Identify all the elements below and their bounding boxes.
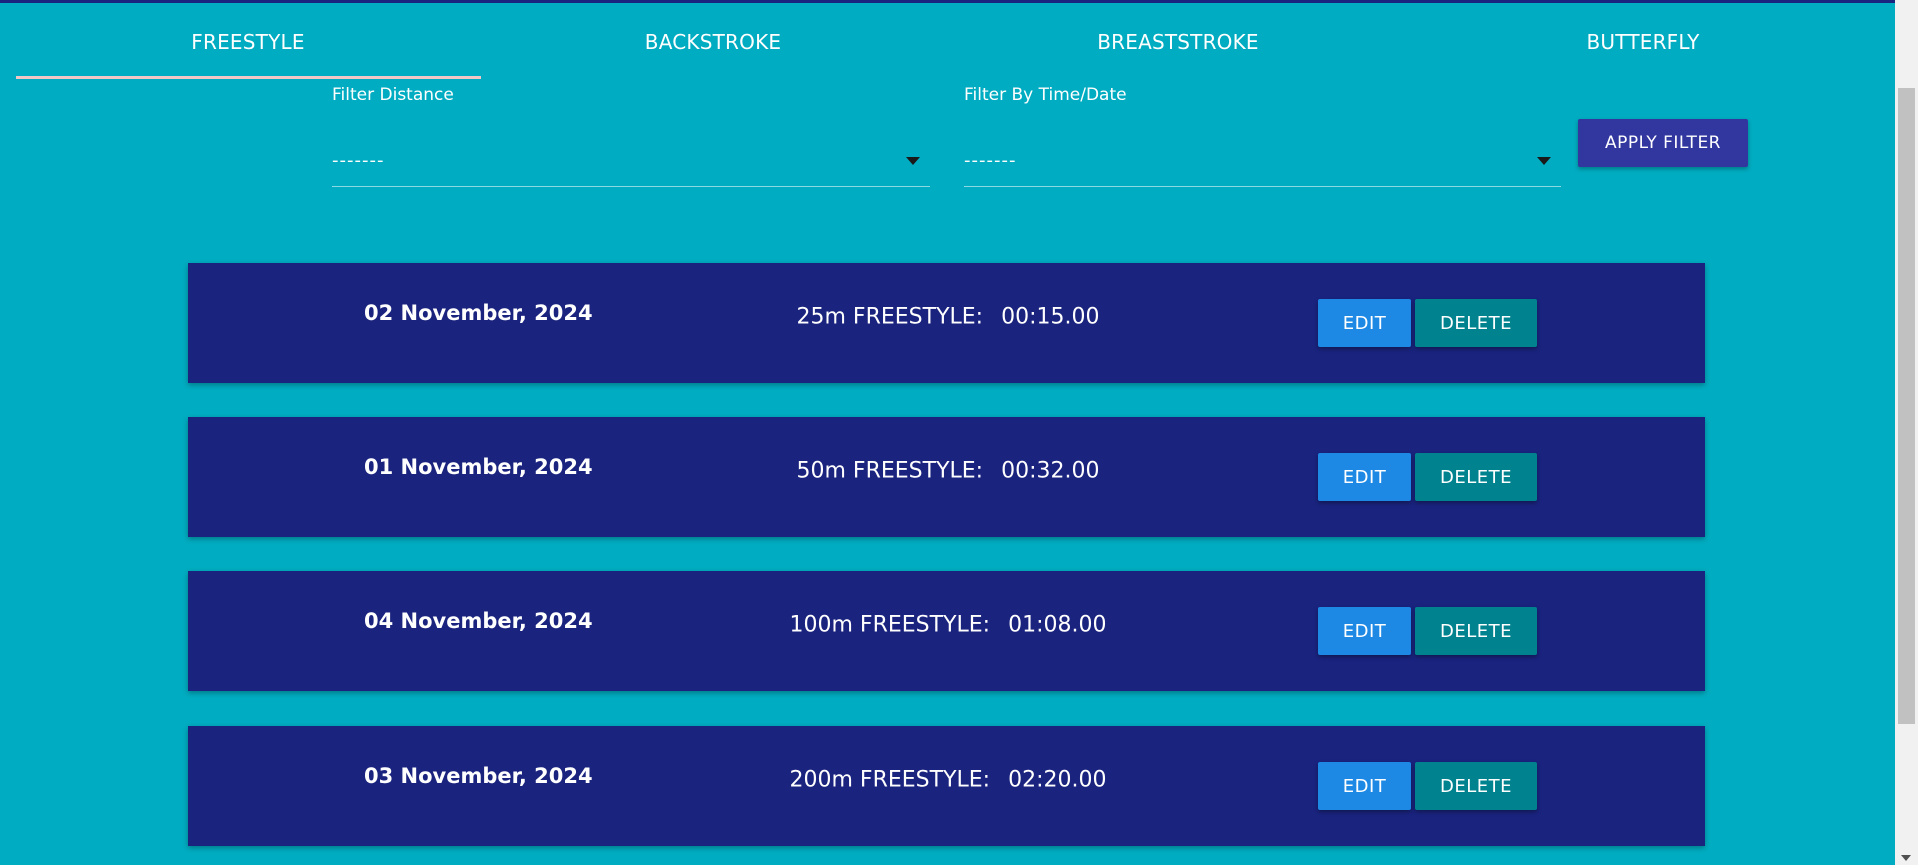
edit-button[interactable]: EDIT (1318, 762, 1411, 810)
record-event: 50m FREESTYLE: 00:32.00 (797, 459, 1100, 484)
dropdown-caret-icon (1537, 157, 1551, 165)
filter-distance-value: ------- (332, 150, 385, 171)
delete-button[interactable]: DELETE (1415, 453, 1537, 501)
record-event: 200m FREESTYLE: 02:20.00 (790, 768, 1107, 793)
record-date: 04 November, 2024 (364, 609, 593, 633)
stroke-tabs: FREESTYLE BACKSTROKE BREASTSTROKE BUTTER… (16, 3, 1875, 81)
edit-button[interactable]: EDIT (1318, 299, 1411, 347)
apply-filter-button[interactable]: APPLY FILTER (1578, 119, 1748, 167)
tab-butterfly[interactable]: BUTTERFLY (1411, 3, 1875, 81)
filter-distance-label: Filter Distance (332, 85, 454, 105)
record-event-name: 100m FREESTYLE: (789, 612, 991, 638)
record-date: 03 November, 2024 (364, 764, 593, 788)
edit-button[interactable]: EDIT (1318, 453, 1411, 501)
scrollbar-thumb[interactable] (1898, 88, 1915, 724)
filter-date-value: ------- (964, 150, 1017, 171)
record-time: 00:32.00 (1001, 458, 1100, 484)
filter-date-label: Filter By Time/Date (964, 85, 1127, 105)
filter-date-select[interactable]: ------- (964, 124, 1561, 187)
scroll-down-arrow-icon[interactable] (1901, 855, 1911, 861)
dropdown-caret-icon (906, 157, 920, 165)
record-date: 02 November, 2024 (364, 301, 593, 325)
tab-backstroke[interactable]: BACKSTROKE (481, 3, 945, 81)
record-event: 25m FREESTYLE: 00:15.00 (797, 305, 1100, 330)
record-event-name: 50m FREESTYLE: (796, 458, 984, 484)
record-time: 01:08.00 (1008, 612, 1107, 638)
edit-button[interactable]: EDIT (1318, 607, 1411, 655)
active-tab-indicator (16, 76, 481, 79)
record-event-name: 25m FREESTYLE: (796, 304, 984, 330)
record-card: 02 November, 2024 25m FREESTYLE: 00:15.00… (188, 263, 1705, 383)
delete-button[interactable]: DELETE (1415, 607, 1537, 655)
vertical-scrollbar[interactable] (1895, 0, 1918, 865)
delete-button[interactable]: DELETE (1415, 762, 1537, 810)
tab-breaststroke[interactable]: BREASTSTROKE (946, 3, 1410, 81)
record-card: 03 November, 2024 200m FREESTYLE: 02:20.0… (188, 726, 1705, 846)
record-card: 04 November, 2024 100m FREESTYLE: 01:08.0… (188, 571, 1705, 691)
record-time: 00:15.00 (1001, 304, 1100, 330)
delete-button[interactable]: DELETE (1415, 299, 1537, 347)
tab-freestyle[interactable]: FREESTYLE (16, 3, 480, 81)
record-card: 01 November, 2024 50m FREESTYLE: 00:32.00… (188, 417, 1705, 537)
filter-distance-select[interactable]: ------- (332, 124, 930, 187)
record-time: 02:20.00 (1008, 767, 1107, 793)
record-event: 100m FREESTYLE: 01:08.00 (790, 613, 1107, 638)
record-date: 01 November, 2024 (364, 455, 593, 479)
record-event-name: 200m FREESTYLE: (789, 767, 991, 793)
